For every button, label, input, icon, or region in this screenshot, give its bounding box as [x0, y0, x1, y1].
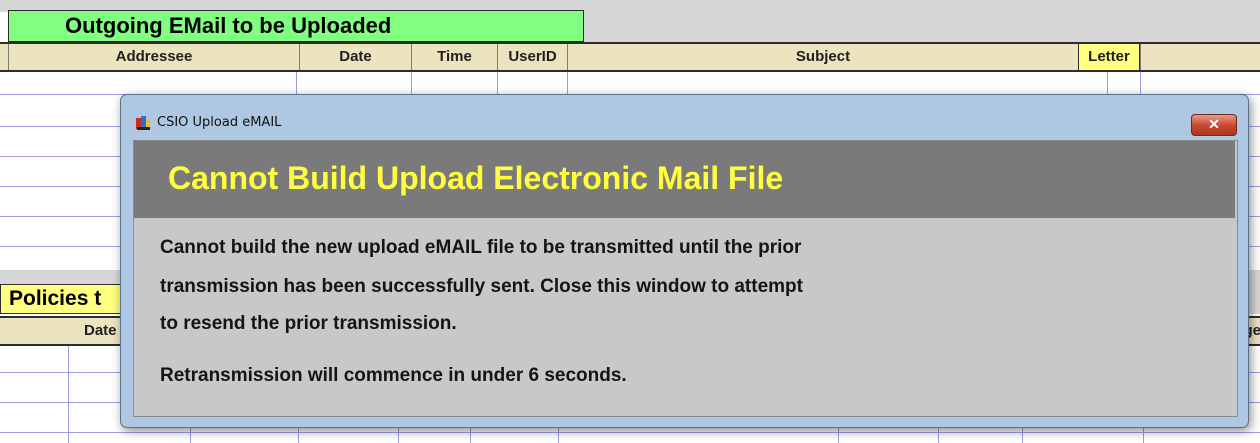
error-banner: Cannot Build Upload Electronic Mail File	[134, 141, 1235, 218]
column-header-addressee[interactable]: Addressee	[8, 44, 299, 70]
csio-upload-dialog[interactable]: CSIO Upload eMAIL ✕ Cannot Build Upload …	[120, 94, 1249, 428]
countdown-message: Retransmission will commence in under 6 …	[160, 365, 627, 386]
background-header-filler	[584, 10, 1260, 42]
column-header-userid[interactable]: UserID	[497, 44, 567, 70]
error-heading: Cannot Build Upload Electronic Mail File	[168, 160, 784, 196]
column-header-letter[interactable]: Letter	[1078, 44, 1140, 70]
dialog-content: Cannot Build Upload Electronic Mail File…	[133, 140, 1238, 417]
column-header-policies-date[interactable]: Date	[84, 318, 124, 344]
column-header-blank	[1140, 44, 1260, 70]
column-header-time[interactable]: Time	[411, 44, 497, 70]
close-button[interactable]: ✕	[1191, 114, 1237, 136]
dialog-title: CSIO Upload eMAIL	[157, 115, 282, 130]
column-header-date[interactable]: Date	[299, 44, 411, 70]
app-icon	[135, 115, 151, 131]
message-line-2: transmission has been successfully sent.…	[160, 276, 803, 297]
message-line-1: Cannot build the new upload eMAIL file t…	[160, 237, 802, 258]
outgoing-email-header-row: Addressee Date Time UserID Subject Lette…	[0, 42, 1260, 72]
close-icon: ✕	[1208, 116, 1220, 132]
message-line-3: to resend the prior transmission.	[160, 313, 457, 334]
section-title-policies: Policies t	[0, 284, 124, 314]
column-header-subject[interactable]: Subject	[567, 44, 1078, 70]
section-title-outgoing-email: Outgoing EMail to be Uploaded	[8, 10, 584, 42]
